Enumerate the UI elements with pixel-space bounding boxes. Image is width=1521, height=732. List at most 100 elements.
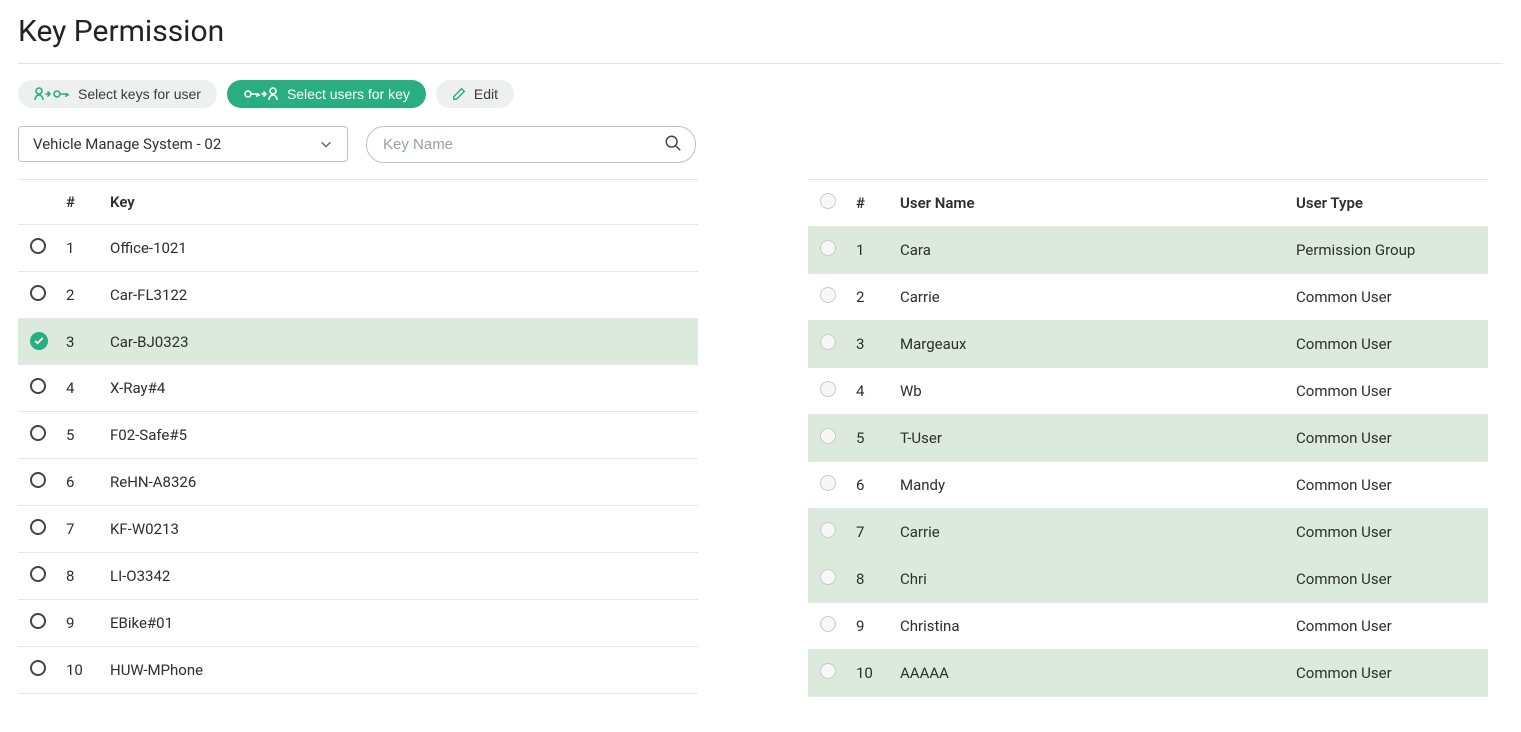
select-users-for-key-button[interactable]: Select users for key [227, 80, 426, 108]
user-row-name: AAAAA [892, 650, 1288, 697]
toolbar: Select keys for user Select users for ke… [18, 80, 1503, 108]
users-col-type: User Type [1288, 180, 1488, 227]
key-row-radio[interactable] [18, 272, 58, 319]
user-row-name: Carrie [892, 509, 1288, 556]
radio-empty-icon [30, 660, 46, 676]
search-icon[interactable] [664, 134, 682, 156]
key-row-radio[interactable] [18, 600, 58, 647]
user-row-num: 9 [848, 603, 892, 650]
user-row-name: Mandy [892, 462, 1288, 509]
key-row[interactable]: 6ReHN-A8326 [18, 459, 698, 506]
key-row-num: 7 [58, 506, 102, 553]
users-col-name: User Name [892, 180, 1288, 227]
key-row-name: Office-1021 [102, 225, 698, 272]
user-row-name: Wb [892, 368, 1288, 415]
users-col-num: # [848, 180, 892, 227]
key-row-radio[interactable] [18, 506, 58, 553]
radio-empty-icon [30, 378, 46, 394]
user-row-type: Common User [1288, 509, 1488, 556]
keys-table: # Key 1Office-10212Car-FL31223Car-BJ0323… [18, 179, 698, 694]
key-row-name: KF-W0213 [102, 506, 698, 553]
key-row[interactable]: 2Car-FL3122 [18, 272, 698, 319]
user-row-checkbox[interactable] [808, 274, 848, 321]
key-row[interactable]: 5F02-Safe#5 [18, 412, 698, 459]
key-row-radio[interactable] [18, 412, 58, 459]
key-search-box [366, 126, 696, 163]
user-row-type: Common User [1288, 556, 1488, 603]
checkbox-icon [820, 381, 836, 397]
user-row[interactable]: 8ChriCommon User [808, 556, 1488, 603]
user-row-num: 4 [848, 368, 892, 415]
chevron-down-icon [319, 137, 333, 151]
user-row[interactable]: 1CaraPermission Group [808, 227, 1488, 274]
key-row[interactable]: 8LI-O3342 [18, 553, 698, 600]
user-row-checkbox[interactable] [808, 368, 848, 415]
key-row-num: 2 [58, 272, 102, 319]
user-row-checkbox[interactable] [808, 227, 848, 274]
user-row-num: 3 [848, 321, 892, 368]
user-row-num: 8 [848, 556, 892, 603]
key-row-name: LI-O3342 [102, 553, 698, 600]
user-row-type: Common User [1288, 462, 1488, 509]
key-search-input[interactable] [366, 126, 696, 163]
user-row-checkbox[interactable] [808, 509, 848, 556]
key-row[interactable]: 4X-Ray#4 [18, 365, 698, 412]
select-keys-label: Select keys for user [78, 86, 201, 102]
user-row[interactable]: 9ChristinaCommon User [808, 603, 1488, 650]
user-row[interactable]: 10AAAAACommon User [808, 650, 1488, 697]
key-row[interactable]: 3Car-BJ0323 [18, 319, 698, 365]
user-row[interactable]: 4WbCommon User [808, 368, 1488, 415]
checkbox-icon [820, 522, 836, 538]
key-row[interactable]: 10HUW-MPhone [18, 647, 698, 694]
key-row-radio[interactable] [18, 225, 58, 272]
radio-checked-icon [30, 332, 48, 350]
user-row[interactable]: 6MandyCommon User [808, 462, 1488, 509]
key-row-radio[interactable] [18, 459, 58, 506]
user-row-checkbox[interactable] [808, 556, 848, 603]
keys-col-num: # [58, 180, 102, 225]
checkbox-icon [820, 334, 836, 350]
key-row[interactable]: 1Office-1021 [18, 225, 698, 272]
user-row[interactable]: 5T-UserCommon User [808, 415, 1488, 462]
user-row-num: 2 [848, 274, 892, 321]
user-row-num: 10 [848, 650, 892, 697]
user-row[interactable]: 7CarrieCommon User [808, 509, 1488, 556]
checkbox-icon [820, 428, 836, 444]
user-row-name: T-User [892, 415, 1288, 462]
user-row-checkbox[interactable] [808, 650, 848, 697]
user-row-num: 1 [848, 227, 892, 274]
user-row[interactable]: 3MargeauxCommon User [808, 321, 1488, 368]
edit-button[interactable]: Edit [436, 80, 514, 108]
user-row[interactable]: 2CarrieCommon User [808, 274, 1488, 321]
user-row-checkbox[interactable] [808, 321, 848, 368]
key-row-num: 3 [58, 319, 102, 365]
checkbox-icon [820, 287, 836, 303]
radio-empty-icon [30, 472, 46, 488]
key-row-num: 10 [58, 647, 102, 694]
key-row-radio[interactable] [18, 319, 58, 365]
key-row-radio[interactable] [18, 365, 58, 412]
key-row-name: ReHN-A8326 [102, 459, 698, 506]
key-row-radio[interactable] [18, 553, 58, 600]
key-row-name: Car-FL3122 [102, 272, 698, 319]
system-select[interactable]: Vehicle Manage System - 02 [18, 126, 348, 163]
key-to-user-icon [243, 86, 279, 102]
system-select-value: Vehicle Manage System - 02 [33, 135, 221, 153]
select-all-checkbox[interactable] [820, 193, 836, 209]
user-row-name: Cara [892, 227, 1288, 274]
radio-empty-icon [30, 425, 46, 441]
key-row[interactable]: 9EBike#01 [18, 600, 698, 647]
select-keys-for-user-button[interactable]: Select keys for user [18, 80, 217, 108]
keys-panel: # Key 1Office-10212Car-FL31223Car-BJ0323… [18, 179, 698, 697]
key-row[interactable]: 7KF-W0213 [18, 506, 698, 553]
key-row-num: 4 [58, 365, 102, 412]
user-row-checkbox[interactable] [808, 462, 848, 509]
key-row-radio[interactable] [18, 647, 58, 694]
key-row-name: HUW-MPhone [102, 647, 698, 694]
user-row-checkbox[interactable] [808, 415, 848, 462]
keys-col-radio [18, 180, 58, 225]
key-row-name: EBike#01 [102, 600, 698, 647]
user-row-checkbox[interactable] [808, 603, 848, 650]
users-col-check [808, 180, 848, 227]
key-row-num: 9 [58, 600, 102, 647]
